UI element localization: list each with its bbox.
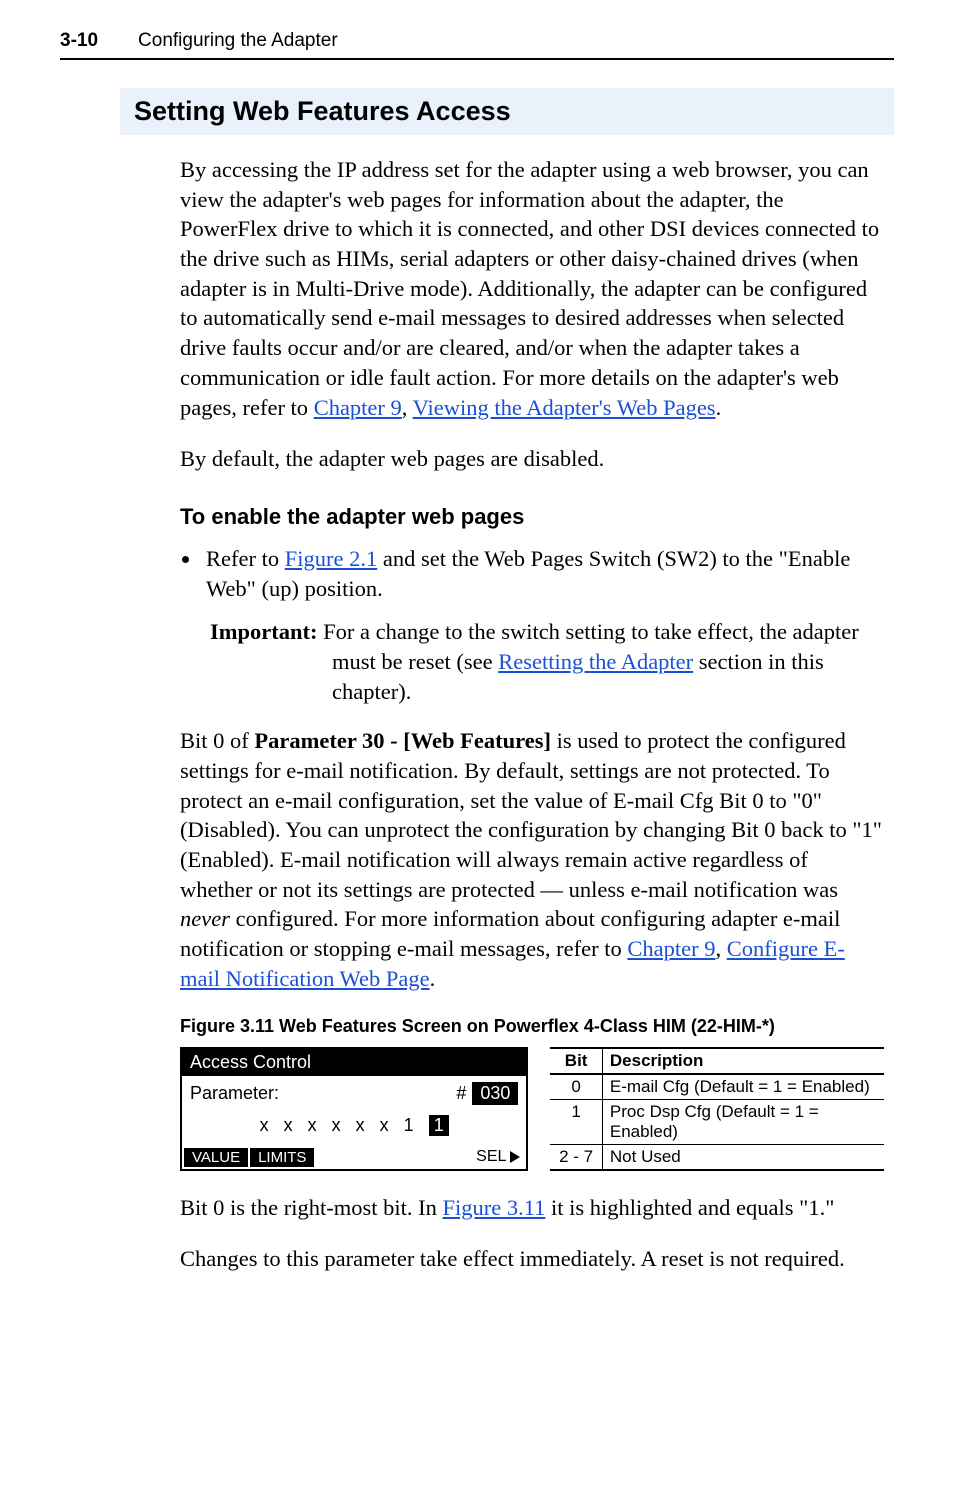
figure-caption: Figure 3.11 Web Features Screen on Power… (180, 1016, 884, 1037)
link-viewing-web-pages[interactable]: Viewing the Adapter's Web Pages (413, 395, 716, 420)
him-limits-button[interactable]: LIMITS (250, 1148, 314, 1167)
important-label: Important: (210, 619, 318, 644)
section-heading: Setting Web Features Access (120, 88, 894, 135)
param-label: Parameter: (190, 1083, 279, 1104)
link-chapter9[interactable]: Chapter 9 (314, 395, 402, 420)
intro-paragraph-2: By default, the adapter web pages are di… (180, 444, 884, 474)
enable-bullet: Refer to Figure 2.1 and set the Web Page… (202, 544, 884, 603)
chevron-right-icon[interactable] (510, 1151, 520, 1163)
figure-row: Access Control Parameter: # 030 x x x x … (180, 1047, 884, 1171)
intro-paragraph-1: By accessing the IP address set for the … (180, 155, 884, 422)
col-bit-header: Bit (550, 1048, 602, 1074)
link-figure-2-1[interactable]: Figure 2.1 (285, 546, 378, 571)
enable-heading: To enable the adapter web pages (180, 504, 884, 530)
param-number-highlight: 030 (472, 1082, 518, 1105)
never-italic: never (180, 906, 230, 931)
bits-row: x x x x x x 1 1 (190, 1115, 518, 1136)
tail-paragraph-1: Bit 0 is the right-most bit. In Figure 3… (180, 1193, 884, 1223)
him-sel-label: SEL (476, 1148, 506, 1166)
param30-bold: Parameter 30 - [Web Features] (254, 728, 551, 753)
table-row: 0 E-mail Cfg (Default = 1 = Enabled) (550, 1074, 884, 1100)
table-row: 2 - 7 Not Used (550, 1144, 884, 1170)
link-figure-3-11[interactable]: Figure 3.11 (443, 1195, 546, 1220)
col-desc-header: Description (602, 1048, 884, 1074)
bit-description-table: Bit Description 0 E-mail Cfg (Default = … (550, 1047, 884, 1171)
him-value-button[interactable]: VALUE (184, 1148, 248, 1167)
important-note: Important: For a change to the switch se… (210, 617, 884, 706)
him-title: Access Control (182, 1049, 526, 1076)
running-header: 3-10 Configuring the Adapter (60, 30, 894, 60)
table-row: 1 Proc Dsp Cfg (Default = 1 = Enabled) (550, 1099, 884, 1144)
page-number: 3-10 (60, 30, 98, 52)
param-hash: # (456, 1083, 466, 1104)
link-resetting-adapter[interactable]: Resetting the Adapter (498, 649, 693, 674)
tail-paragraph-2: Changes to this parameter take effect im… (180, 1244, 884, 1274)
him-screen: Access Control Parameter: # 030 x x x x … (180, 1047, 528, 1171)
bit0-highlight: 1 (429, 1115, 449, 1136)
link-chapter9-b[interactable]: Chapter 9 (627, 936, 715, 961)
chapter-title: Configuring the Adapter (138, 30, 338, 52)
bit0-paragraph: Bit 0 of Parameter 30 - [Web Features] i… (180, 726, 884, 993)
